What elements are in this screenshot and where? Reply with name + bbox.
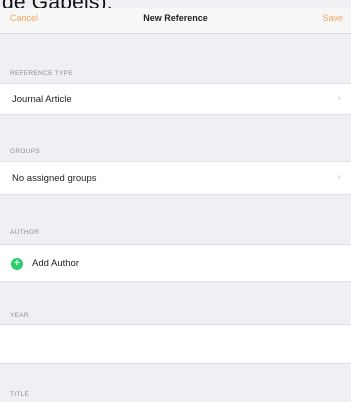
- year-header: YEAR: [10, 312, 29, 319]
- title-header: TITLE: [10, 391, 30, 398]
- add-author-label: Add Author: [32, 258, 80, 269]
- reference-type-value: Journal Article: [12, 94, 72, 105]
- groups-header: GROUPS: [10, 148, 40, 155]
- chevron-right-icon: ›: [337, 172, 341, 183]
- groups-value: No assigned groups: [12, 173, 97, 184]
- year-field[interactable]: [0, 324, 351, 364]
- groups-row[interactable]: No assigned groups ›: [0, 161, 351, 195]
- navigation-bar: Cancel New Reference Save: [0, 8, 351, 34]
- chevron-right-icon: ›: [337, 93, 341, 104]
- save-button[interactable]: Save: [322, 13, 343, 23]
- reference-type-header: REFERENCE TYPE: [10, 70, 73, 77]
- add-author-row[interactable]: + Add Author: [0, 244, 351, 282]
- reference-type-row[interactable]: Journal Article ›: [0, 83, 351, 115]
- nav-title: New Reference: [143, 13, 208, 23]
- author-header: AUTHOR: [10, 229, 40, 236]
- plus-circle-icon: +: [11, 258, 23, 270]
